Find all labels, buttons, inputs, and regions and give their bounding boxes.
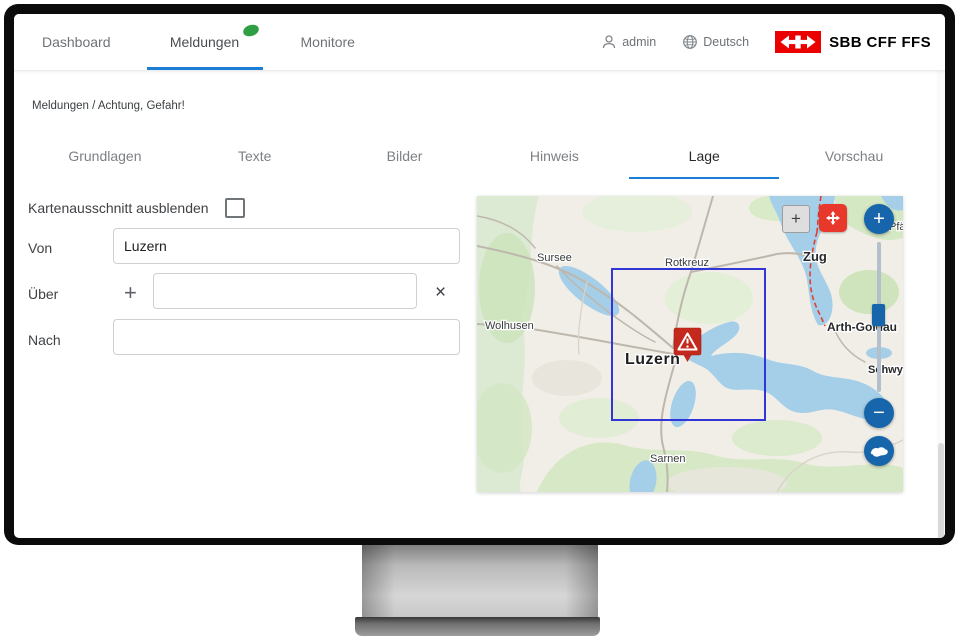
ueber-label: Über (28, 286, 58, 302)
breadcrumb: Meldungen / Achtung, Gefahr! (32, 100, 185, 112)
town-label: Sarnen (650, 453, 685, 465)
hide-map-label: Kartenausschnitt ausblenden (28, 200, 209, 216)
move-icon (825, 210, 841, 226)
von-label: Von (28, 240, 52, 256)
von-input[interactable] (113, 228, 460, 264)
top-navbar: Dashboard Meldungen Monitore admin (14, 14, 945, 71)
tab-lage[interactable]: Lage (629, 142, 779, 179)
pan-button[interactable] (819, 204, 847, 232)
town-label: Rotkreuz (665, 257, 709, 269)
notification-badge (241, 23, 260, 38)
switzerland-icon (869, 445, 889, 458)
zoom-in-button[interactable]: + (864, 204, 894, 234)
nav-item-dashboard[interactable]: Dashboard (34, 14, 119, 70)
tab-hinweis[interactable]: Hinweis (479, 142, 629, 179)
sbb-logo-icon (775, 31, 821, 53)
nav-item-meldungen[interactable]: Meldungen (147, 14, 263, 70)
town-label: Luzern (625, 351, 680, 368)
overview-button[interactable]: + (782, 205, 810, 233)
nach-input[interactable] (113, 319, 460, 355)
map-panel[interactable]: Sursee Wolhusen Rotkreuz Zug Luzern Arth… (477, 196, 903, 492)
nav-item-monitore[interactable]: Monitore (293, 14, 363, 70)
town-label: Sursee (537, 252, 572, 264)
map-canvas[interactable]: Sursee Wolhusen Rotkreuz Zug Luzern Arth… (477, 196, 903, 492)
hide-map-checkbox[interactable] (225, 198, 245, 218)
globe-icon (682, 34, 698, 50)
town-label: Wolhusen (485, 320, 534, 332)
nav-item-meldungen-label: Meldungen (170, 34, 239, 50)
monitor-stand-base (355, 617, 600, 636)
home-extent-button[interactable] (864, 436, 894, 466)
language-menu[interactable]: Deutsch (682, 34, 749, 50)
language-label: Deutsch (703, 35, 749, 49)
scrollbar-thumb[interactable] (938, 443, 944, 538)
town-label: Schwyz (868, 364, 903, 376)
add-via-button[interactable]: + (118, 282, 143, 304)
ueber-input[interactable] (153, 273, 417, 309)
sbb-brand: SBB CFF FFS (775, 31, 931, 53)
monitor-frame: Dashboard Meldungen Monitore admin (4, 4, 955, 545)
tab-bilder[interactable]: Bilder (330, 142, 480, 179)
town-label: Arth-Goldau (827, 320, 897, 334)
user-menu[interactable]: admin (601, 34, 656, 50)
zoom-out-button[interactable]: − (864, 398, 894, 428)
tab-grundlagen[interactable]: Grundlagen (30, 142, 180, 179)
zoom-slider-thumb[interactable] (872, 304, 885, 326)
navbar-right: admin Deutsch (601, 31, 931, 53)
clear-via-button[interactable]: × (429, 282, 452, 304)
scrollbar-track[interactable] (937, 71, 945, 538)
town-label: Zug (803, 249, 827, 264)
screen: Dashboard Meldungen Monitore admin (14, 14, 945, 538)
user-label: admin (622, 35, 656, 49)
monitor-stand-neck (362, 545, 598, 618)
hide-map-row: Kartenausschnitt ausblenden (28, 198, 245, 218)
tab-vorschau[interactable]: Vorschau (779, 142, 929, 179)
nach-label: Nach (28, 332, 61, 348)
tab-texte[interactable]: Texte (180, 142, 330, 179)
brand-text: SBB CFF FFS (829, 34, 931, 51)
tab-bar: Grundlagen Texte Bilder Hinweis Lage Vor… (30, 142, 929, 179)
user-icon (601, 34, 617, 50)
